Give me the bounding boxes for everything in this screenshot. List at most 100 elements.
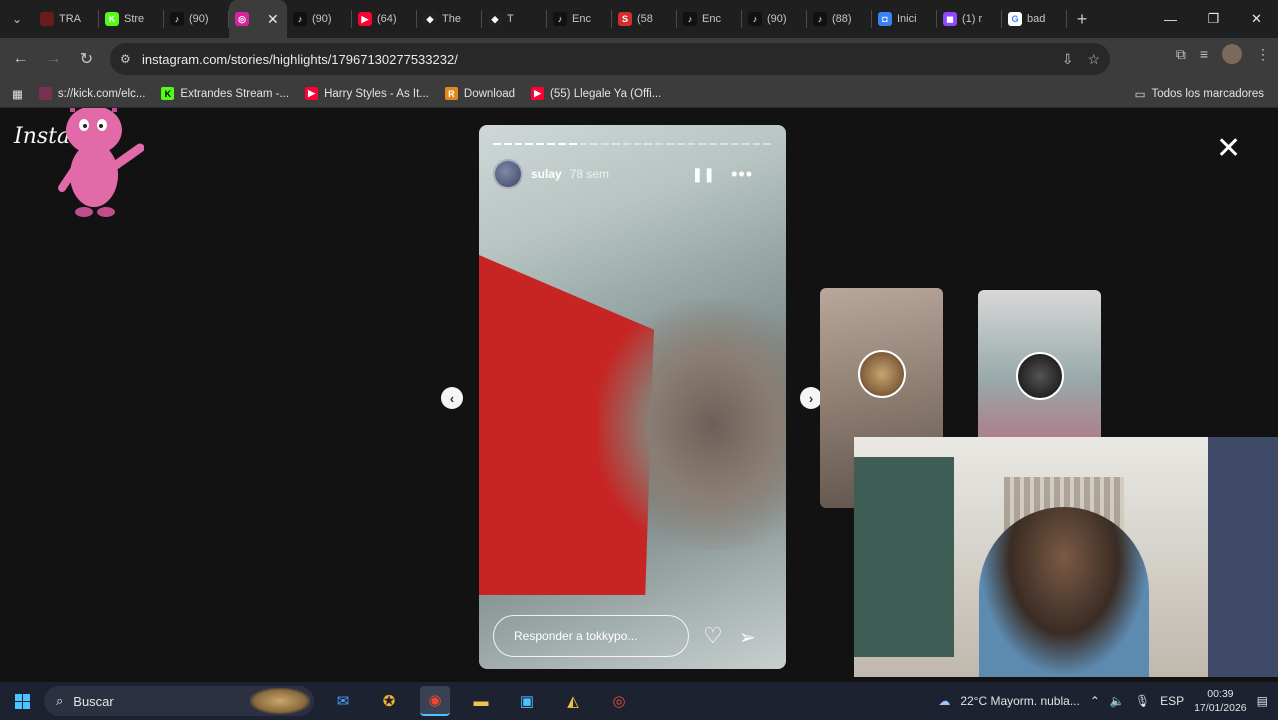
close-window-icon[interactable]: ✕ xyxy=(1235,0,1278,38)
progress-segment xyxy=(568,143,577,145)
clock[interactable]: 00:39 17/01/2026 xyxy=(1194,687,1247,715)
tab-favicon-icon: ♪ xyxy=(170,12,184,26)
tab-label: (90) xyxy=(767,13,787,25)
all-bookmarks[interactable]: ▭ Todos los marcadores xyxy=(1135,87,1264,101)
medal-icon[interactable]: ✪ xyxy=(374,686,404,716)
reload-button[interactable]: ↻ xyxy=(70,43,103,75)
tab-label: TRA xyxy=(59,13,81,25)
site-info-icon[interactable]: ⚙ xyxy=(120,52,142,66)
url-text[interactable]: instagram.com/stories/highlights/1796713… xyxy=(142,52,458,67)
tab[interactable]: ♪ Enc xyxy=(677,0,742,38)
clock-time: 00:39 xyxy=(1207,688,1234,700)
bookmark-item[interactable]: s://kick.com/elc... xyxy=(31,87,154,100)
tab[interactable]: ◼ (1) r xyxy=(937,0,1002,38)
story-card[interactable]: sulay 78 sem ❚❚ ••• Responder a tokkypo.… xyxy=(479,125,786,669)
volume-icon[interactable]: 🔈 xyxy=(1110,694,1125,708)
tab[interactable]: K Stre xyxy=(99,0,164,38)
tab[interactable]: Gbad xyxy=(1002,0,1067,38)
notifications-icon[interactable]: ▤ xyxy=(1257,694,1268,708)
microphone-icon[interactable]: 🎙 xyxy=(1135,694,1150,708)
bookmark-star-icon[interactable]: ☆ xyxy=(1087,51,1100,68)
install-app-icon[interactable]: ⇩ xyxy=(1062,51,1074,68)
taskbar-search[interactable]: ⌕ Buscar xyxy=(44,686,314,716)
tab[interactable]: ◆ T xyxy=(482,0,547,38)
bookmark-item[interactable]: K Extrandes Stream -... xyxy=(153,87,297,100)
store-icon[interactable]: ▣ xyxy=(512,686,542,716)
file-explorer-icon[interactable]: ▬ xyxy=(466,686,496,716)
restore-icon[interactable]: ❐ xyxy=(1192,0,1235,38)
forward-button[interactable]: → xyxy=(37,43,70,75)
windows-taskbar: ⌕ Buscar ✉ ✪ ◉ ▬ ▣ ◭ ◎ ☁ 22°C Mayorm. nu… xyxy=(0,682,1278,720)
media-controls-icon[interactable]: ≡ xyxy=(1200,46,1208,62)
apps-grid-icon[interactable]: ▦ xyxy=(0,87,31,101)
bookmark-favicon-icon: K xyxy=(161,87,175,100)
recording-app-icon[interactable]: ◎ xyxy=(604,686,634,716)
menu-icon[interactable]: ⋮ xyxy=(1256,46,1270,63)
tab-favicon-icon: ♪ xyxy=(293,12,307,26)
tab-label: The xyxy=(442,13,461,25)
bookmark-item[interactable]: ▶ Harry Styles - As It... xyxy=(297,87,437,100)
app-icon[interactable]: ◭ xyxy=(558,686,588,716)
weather-icon[interactable]: ☁ xyxy=(938,694,950,708)
folder-icon: ▭ xyxy=(1134,88,1146,101)
close-tab-icon[interactable]: ✕ xyxy=(267,11,279,28)
tab[interactable]: ♪ (90) xyxy=(164,0,229,38)
address-bar[interactable]: ⚙ instagram.com/stories/highlights/17967… xyxy=(110,43,1110,75)
window-controls: — ❐ ✕ xyxy=(1149,0,1278,38)
send-icon[interactable]: ➢ xyxy=(739,625,756,650)
extensions-icon[interactable]: ⧉ xyxy=(1176,46,1186,63)
bookmark-favicon-icon xyxy=(38,87,52,100)
tab-separator xyxy=(1066,10,1067,28)
next-story-button[interactable]: › xyxy=(800,387,822,409)
windows-logo-icon xyxy=(14,693,30,709)
tab-label: (88) xyxy=(832,13,852,25)
tab[interactable]: ▶ (64) xyxy=(352,0,417,38)
bookmark-label: s://kick.com/elc... xyxy=(57,87,146,100)
tab-label: (64) xyxy=(377,13,397,25)
progress-segment xyxy=(536,143,545,145)
tab[interactable]: S (58 xyxy=(612,0,677,38)
tab-label: (90) xyxy=(312,13,332,25)
tab-favicon-icon: ◼ xyxy=(943,12,957,26)
tab[interactable]: ◘ Inici xyxy=(872,0,937,38)
tab-favicon-icon: K xyxy=(105,12,119,26)
tab[interactable]: TRA xyxy=(34,0,99,38)
story-user-avatar[interactable] xyxy=(493,159,523,189)
new-tab-button[interactable]: + xyxy=(1067,9,1097,30)
pink-mascot-overlay xyxy=(58,108,144,217)
back-button[interactable]: ← xyxy=(4,43,37,75)
tab[interactable]: ♪ (90) xyxy=(287,0,352,38)
navigation-bar: ← → ↻ ⚙ instagram.com/stories/highlights… xyxy=(0,38,1278,80)
weather-text[interactable]: 22°C Mayorm. nubla... xyxy=(960,694,1080,708)
outlook-icon[interactable]: ✉ xyxy=(328,686,358,716)
tab-search-chevron-icon[interactable]: ⌄ xyxy=(0,0,34,38)
previous-story-button[interactable]: ‹ xyxy=(441,387,463,409)
tab-active[interactable]: ◎ ✕ xyxy=(229,0,287,38)
tab[interactable]: ♪ (88) xyxy=(807,0,872,38)
minimize-icon[interactable]: — xyxy=(1149,0,1192,38)
close-story-button[interactable]: ✕ xyxy=(1216,134,1241,164)
language-indicator[interactable]: ESP xyxy=(1160,694,1184,708)
search-icon: ⌕ xyxy=(56,693,64,708)
tab[interactable]: ♪ Enc xyxy=(547,0,612,38)
bookmark-item[interactable]: ▶ (55) Llegale Ya (Offi... xyxy=(523,87,669,100)
bookmark-item[interactable]: R Download xyxy=(437,87,523,100)
tab-label: (1) r xyxy=(962,13,983,25)
profile-avatar[interactable] xyxy=(1222,44,1242,64)
heart-icon[interactable]: ♡ xyxy=(703,623,723,649)
taskbar-apps: ✉ ✪ ◉ ▬ ▣ ◭ ◎ xyxy=(328,686,634,716)
tab[interactable]: ♪ (90) xyxy=(742,0,807,38)
show-hidden-icons[interactable]: ⌃ xyxy=(1090,694,1100,708)
tab[interactable]: ◆ The xyxy=(417,0,482,38)
story-username[interactable]: sulay xyxy=(531,167,562,181)
pause-icon[interactable]: ❚❚ xyxy=(692,166,715,183)
progress-segment xyxy=(611,143,620,145)
more-options-icon[interactable]: ••• xyxy=(731,164,753,185)
start-button[interactable] xyxy=(0,693,44,709)
tab-favicon-icon: ♪ xyxy=(748,12,762,26)
reply-input[interactable]: Responder a tokkypo... xyxy=(493,615,689,657)
progress-segment xyxy=(741,143,750,145)
progress-segment xyxy=(644,143,653,145)
tab-label: T xyxy=(507,13,514,25)
chrome-icon[interactable]: ◉ xyxy=(420,686,450,716)
